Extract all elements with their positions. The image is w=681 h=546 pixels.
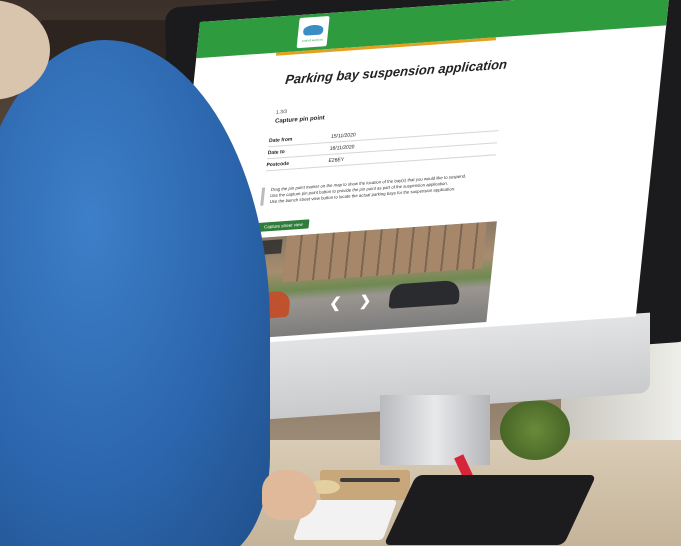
step-indicator: 1.3/3 (275, 108, 288, 116)
person-head (0, 0, 50, 100)
detail-value: E26EY (328, 156, 345, 165)
logo-text: council services (301, 37, 324, 43)
plant (500, 400, 570, 460)
instructions-inset: Drag the pin point marker on the map to … (260, 170, 512, 206)
section-subtitle: Capture pin point (274, 115, 325, 125)
street-view-buildings (282, 221, 487, 283)
detail-label: Postcode (266, 160, 290, 169)
monitor-stand (380, 395, 490, 465)
street-view-car-black (388, 279, 461, 309)
detail-label: Date from (268, 136, 293, 145)
capture-street-view-button[interactable]: Capture street view (257, 219, 310, 232)
street-view-panel[interactable]: ❮ ❯ (236, 221, 497, 340)
logo-mark-icon (302, 24, 324, 36)
detail-value: 15/11/2020 (330, 132, 356, 140)
detail-value: 16/11/2020 (329, 144, 355, 152)
council-logo: council services (296, 15, 330, 49)
detail-label: Date to (267, 149, 285, 157)
person-hand (262, 470, 317, 520)
pen (340, 478, 400, 482)
page-title: Parking bay suspension application (284, 56, 508, 88)
tablet-device (383, 475, 597, 545)
chevron-right-icon[interactable]: ❯ (359, 292, 372, 310)
chevron-left-icon[interactable]: ❮ (329, 294, 342, 312)
photo-scene: council services Parking bay suspension … (0, 0, 681, 546)
